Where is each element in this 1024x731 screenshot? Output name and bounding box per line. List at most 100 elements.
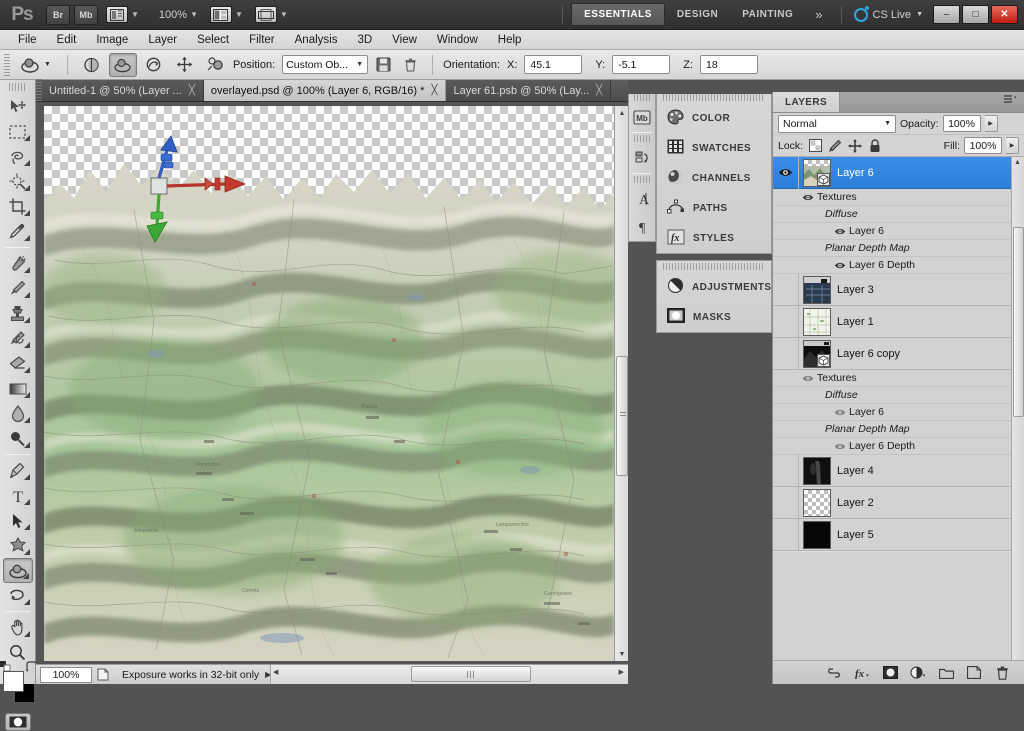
layer-sub-textures-copy[interactable]: Textures <box>773 370 1024 387</box>
3d-object-slide-icon[interactable] <box>171 53 199 77</box>
history-icon[interactable] <box>629 144 655 172</box>
dock-grip-2[interactable] <box>663 263 765 270</box>
layer-row-layer-3[interactable]: Layer 3 <box>773 274 1024 306</box>
screen-mode-chevron-icon[interactable]: ▼ <box>280 10 288 19</box>
visibility-toggle[interactable] <box>773 157 799 189</box>
tool-preset-chevron-icon[interactable]: ▼ <box>44 61 51 68</box>
options-bar-grip[interactable] <box>4 54 10 76</box>
layer-thumbnail[interactable] <box>803 489 831 517</box>
canvas-horizontal-scrollbar[interactable]: ◀ ▶ <box>270 665 628 684</box>
panel-menu-icon[interactable] <box>996 92 1024 112</box>
paragraph-icon[interactable]: ¶ <box>629 213 655 241</box>
menu-window[interactable]: Window <box>427 32 488 48</box>
menu-help[interactable]: Help <box>488 32 532 48</box>
layer-texture-layer-6-depth[interactable]: Layer 6 Depth <box>773 257 1024 274</box>
menu-3d[interactable]: 3D <box>347 32 382 48</box>
titlebar-zoom-value[interactable]: 100% <box>159 9 187 21</box>
close-icon[interactable]: ╳ <box>595 85 603 96</box>
3d-camera-rotate-tool[interactable] <box>3 583 33 608</box>
document-tab-layer-61-psb[interactable]: Layer 61.psb @ 50% (Lay... ╳ <box>446 80 611 101</box>
layer-thumbnail[interactable] <box>803 340 831 368</box>
layer-thumbnail[interactable] <box>803 308 831 336</box>
lock-transparent-pixels-icon[interactable] <box>807 138 823 154</box>
visibility-toggle[interactable] <box>773 274 799 306</box>
layers-vertical-scroll-thumb[interactable] <box>1013 227 1024 417</box>
panel-channels[interactable]: CHANNELS <box>657 163 771 193</box>
canvas-horizontal-scroll-thumb[interactable] <box>411 666 531 682</box>
restore-button[interactable]: □ <box>962 5 989 24</box>
zoom-chevron-icon[interactable]: ▼ <box>190 10 198 19</box>
mini-bridge-icon[interactable]: Mb <box>629 103 655 131</box>
3d-object-rotate-icon[interactable] <box>78 53 106 77</box>
orientation-y-input[interactable]: -5.1 <box>612 55 670 74</box>
history-brush-tool[interactable] <box>3 326 33 351</box>
minimize-button[interactable]: – <box>933 5 960 24</box>
quick-selection-tool[interactable] <box>3 169 33 194</box>
lock-all-icon[interactable] <box>867 138 883 154</box>
current-tool-icon[interactable] <box>16 53 44 77</box>
canvas-transparency-backdrop[interactable]: Fucecchio Pescia Lamporecchio Cerreto Ca… <box>44 106 614 661</box>
delete-position-icon[interactable] <box>398 53 422 77</box>
visibility-toggle[interactable] <box>773 338 799 370</box>
canvas-vertical-scroll-thumb[interactable] <box>616 356 628 476</box>
3d-object-rotate-tool[interactable] <box>3 558 33 583</box>
scroll-right-arrow-icon[interactable]: ▶ <box>619 668 624 676</box>
rail-grip-3[interactable] <box>634 176 650 183</box>
brush-tool[interactable] <box>3 276 33 301</box>
rail-grip-1[interactable] <box>634 94 650 101</box>
menu-filter[interactable]: Filter <box>239 32 285 48</box>
close-button[interactable]: ✕ <box>991 5 1018 24</box>
visibility-toggle[interactable] <box>799 193 817 202</box>
layer-thumbnail[interactable] <box>803 521 831 549</box>
layers-vertical-scrollbar[interactable]: ▲ <box>1011 157 1024 660</box>
visibility-toggle[interactable] <box>831 227 849 236</box>
delete-layer-icon[interactable] <box>994 665 1010 681</box>
default-colors-icon[interactable] <box>0 661 9 670</box>
visibility-toggle[interactable] <box>831 261 849 270</box>
panel-masks[interactable]: MASKS <box>657 302 771 332</box>
spot-healing-brush-tool[interactable] <box>3 251 33 276</box>
new-layer-icon[interactable] <box>966 665 982 681</box>
view-extras-chevron-icon[interactable]: ▼ <box>131 10 139 19</box>
view-extras-icon[interactable] <box>106 6 128 23</box>
eyedropper-tool[interactable] <box>3 219 33 244</box>
orientation-x-input[interactable]: 45.1 <box>524 55 582 74</box>
visibility-toggle[interactable] <box>773 487 799 519</box>
canvas-vertical-scrollbar[interactable]: ▲ ▼ <box>614 106 628 661</box>
clone-stamp-tool[interactable] <box>3 301 33 326</box>
character-icon[interactable]: A <box>629 185 655 213</box>
layer-texture-layer-6-copy[interactable]: Layer 6 <box>773 404 1024 421</box>
quick-mask-mode-icon[interactable] <box>5 713 31 731</box>
layers-scroll-up-arrow-icon[interactable]: ▲ <box>1014 159 1021 166</box>
layer-texture-layer-6[interactable]: Layer 6 <box>773 223 1024 240</box>
close-icon[interactable]: ╳ <box>430 85 438 96</box>
layer-sub-textures[interactable]: Textures <box>773 189 1024 206</box>
3d-object-roll-icon[interactable] <box>109 53 137 77</box>
3d-object-scale-icon[interactable] <box>202 53 230 77</box>
layer-row-layer-6[interactable]: Layer 6 <box>773 157 1024 189</box>
visibility-toggle[interactable] <box>831 442 849 451</box>
screen-mode-icon[interactable] <box>255 6 277 23</box>
blur-tool[interactable] <box>3 401 33 426</box>
lasso-tool[interactable] <box>3 144 33 169</box>
launch-mini-bridge-button[interactable]: Mb <box>74 5 98 25</box>
3d-axis-widget[interactable] <box>139 134 259 254</box>
document-tab-untitled-1[interactable]: Untitled-1 @ 50% (Layer ... ╳ <box>42 80 204 101</box>
cs-live-button[interactable]: CS Live ▼ <box>854 8 931 22</box>
layers-list[interactable]: Layer 6 Textures Diffuse Layer 6 Planar … <box>773 157 1024 660</box>
path-selection-tool[interactable] <box>3 508 33 533</box>
arrange-documents-icon[interactable] <box>210 6 232 23</box>
panel-swatches[interactable]: SWATCHES <box>657 133 771 163</box>
eraser-tool[interactable] <box>3 351 33 376</box>
pen-tool[interactable] <box>3 458 33 483</box>
foreground-color-swatch[interactable] <box>3 671 24 692</box>
layer-thumbnail[interactable] <box>803 457 831 485</box>
workspace-painting[interactable]: PAINTING <box>730 4 805 25</box>
document-thumb-icon[interactable] <box>92 668 114 681</box>
new-adjustment-layer-icon[interactable] <box>910 665 926 681</box>
lock-image-pixels-icon[interactable] <box>827 138 843 154</box>
layer-row-layer-6-copy[interactable]: Layer 6 copy <box>773 338 1024 370</box>
gradient-tool[interactable] <box>3 376 33 401</box>
opacity-stepper-icon[interactable]: ▶ <box>985 115 998 132</box>
arrange-chevron-icon[interactable]: ▼ <box>235 10 243 19</box>
